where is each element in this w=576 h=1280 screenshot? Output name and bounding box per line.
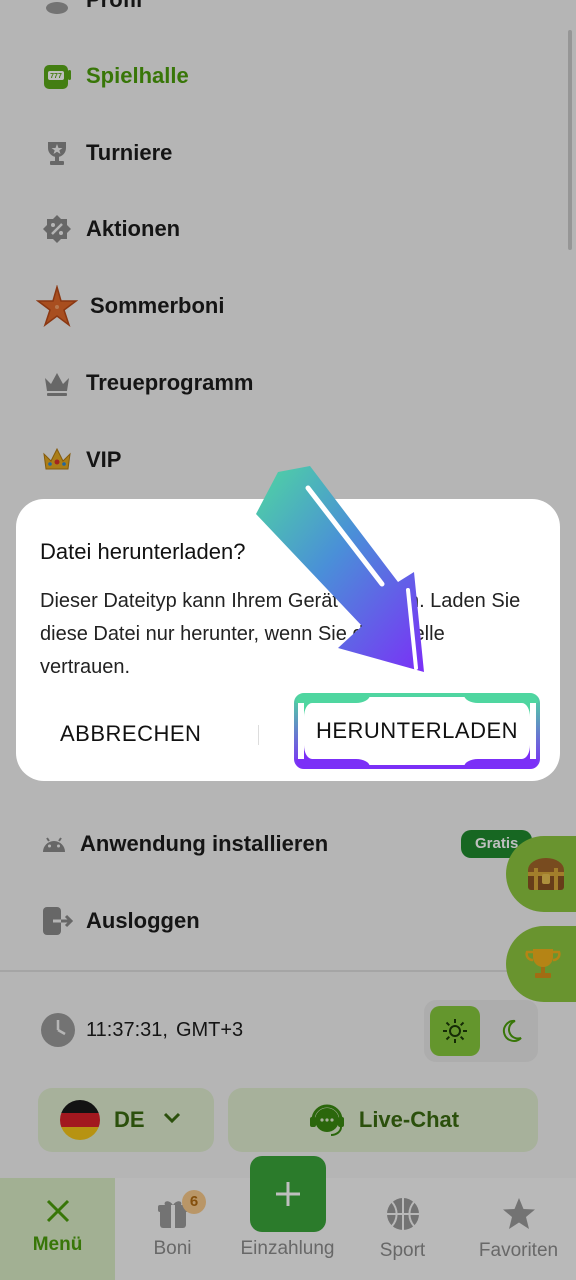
button-separator [258, 725, 259, 745]
download-button[interactable]: HERUNTERLADEN [294, 693, 540, 769]
pointer-arrow-icon [256, 466, 424, 672]
cancel-button[interactable]: ABBRECHEN [60, 721, 201, 747]
dialog-title: Datei herunterladen? [40, 539, 246, 564]
download-button-label: HERUNTERLADEN [315, 718, 519, 743]
